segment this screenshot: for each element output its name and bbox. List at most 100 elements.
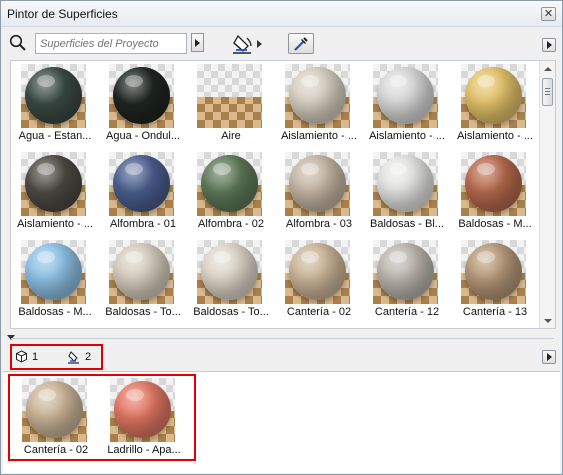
material-sphere xyxy=(201,243,258,300)
surface-library-panel: Agua - Estan... Agua - Ondul... Aire Aislam… xyxy=(10,60,556,329)
surface-tile[interactable]: Cantería - 12 xyxy=(363,238,451,326)
material-preview xyxy=(197,64,262,128)
material-sphere xyxy=(26,381,83,438)
material-label: Baldosas - Bl... xyxy=(370,218,444,230)
material-preview xyxy=(22,378,87,442)
material-label: Cantería - 02 xyxy=(286,306,352,318)
material-label: Cantería - 13 xyxy=(462,306,528,318)
paint-bucket-icon xyxy=(68,351,79,364)
material-preview xyxy=(285,152,350,216)
selected-surface-tile[interactable]: Cantería - 02 xyxy=(12,376,100,464)
material-preview xyxy=(461,240,526,304)
material-preview xyxy=(197,152,262,216)
paint-bucket-icon[interactable] xyxy=(231,32,255,56)
title-bar: Pintor de Superficies ✕ xyxy=(1,1,562,27)
material-label: Baldosas - M... xyxy=(18,306,92,318)
material-label: Cantería - 12 xyxy=(374,306,440,318)
surface-tile[interactable]: Aislamiento - ... xyxy=(11,150,99,238)
material-label: Agua - Estan... xyxy=(18,130,92,142)
material-label: Baldosas - M... xyxy=(458,218,532,230)
selected-surfaces-list: Cantería - 02 Ladrillo - Apa... xyxy=(8,374,196,461)
material-preview xyxy=(461,152,526,216)
surface-tile[interactable]: Agua - Ondul... xyxy=(99,62,187,150)
material-sphere xyxy=(377,155,434,212)
material-label: Aislamiento - ... xyxy=(17,218,93,230)
surface-tile[interactable]: Aislamiento - ... xyxy=(363,62,451,150)
surface-tile[interactable]: Cantería - 02 xyxy=(275,238,363,326)
surface-tile[interactable]: Alfombra - 01 xyxy=(99,150,187,238)
eyedropper-icon xyxy=(294,36,308,51)
panel-splitter[interactable] xyxy=(1,332,562,343)
close-icon: ✕ xyxy=(543,7,554,20)
material-sphere xyxy=(25,155,82,212)
material-preview xyxy=(461,64,526,128)
surface-tile[interactable]: Baldosas - To... xyxy=(99,238,187,326)
surface-tile[interactable]: Aislamiento - ... xyxy=(451,62,539,150)
chevron-right-icon xyxy=(546,353,552,361)
material-preview xyxy=(21,64,86,128)
material-sphere xyxy=(465,243,522,300)
surface-tile[interactable]: Alfombra - 03 xyxy=(275,150,363,238)
material-label: Baldosas - To... xyxy=(105,306,181,318)
selection-options-button[interactable] xyxy=(542,350,556,364)
selected-surfaces-panel: Cantería - 02 Ladrillo - Apa... xyxy=(3,371,560,473)
material-sphere xyxy=(289,243,346,300)
paint-mode-dropdown-icon[interactable] xyxy=(257,40,262,48)
material-label: Aislamiento - ... xyxy=(369,130,445,142)
material-sphere xyxy=(289,67,346,124)
cube-icon xyxy=(16,350,27,363)
surfaces-count-indicator: 2 xyxy=(67,350,91,364)
eyedropper-button[interactable] xyxy=(288,33,314,54)
material-sphere xyxy=(465,155,522,212)
material-preview xyxy=(285,64,350,128)
scroll-thumb[interactable] xyxy=(542,78,553,106)
material-sphere xyxy=(465,67,522,124)
material-preview xyxy=(373,240,438,304)
surface-tile[interactable]: Agua - Estan... xyxy=(11,62,99,150)
material-label: Aire xyxy=(221,130,241,142)
chevron-right-icon xyxy=(546,41,552,49)
chevron-right-icon xyxy=(195,38,200,47)
scroll-up-icon[interactable] xyxy=(544,67,552,71)
surface-tile[interactable]: Baldosas - To... xyxy=(187,238,275,326)
surface-tile[interactable]: Baldosas - Bl... xyxy=(363,150,451,238)
usage-summary: 1 2 xyxy=(10,344,103,370)
material-label: Cantería - 02 xyxy=(23,444,89,456)
surface-tile[interactable]: Baldosas - M... xyxy=(451,150,539,238)
surface-tile[interactable]: Alfombra - 02 xyxy=(187,150,275,238)
search-input[interactable] xyxy=(35,33,187,54)
material-sphere xyxy=(113,155,170,212)
material-preview xyxy=(21,240,86,304)
vertical-scrollbar[interactable] xyxy=(539,61,555,328)
material-sphere xyxy=(289,155,346,212)
surface-tile[interactable]: Cantería - 13 xyxy=(451,238,539,326)
surface-tile[interactable]: Aislamiento - ... xyxy=(275,62,363,150)
options-menu-button[interactable] xyxy=(542,38,556,52)
close-button[interactable]: ✕ xyxy=(541,7,556,21)
material-preview xyxy=(110,378,175,442)
material-label: Baldosas - To... xyxy=(193,306,269,318)
window-title: Pintor de Superficies xyxy=(7,7,118,21)
material-preview xyxy=(109,152,174,216)
material-label: Aislamiento - ... xyxy=(457,130,533,142)
material-sphere xyxy=(113,67,170,124)
material-preview xyxy=(197,240,262,304)
search-icon[interactable] xyxy=(9,34,27,52)
material-sphere xyxy=(113,243,170,300)
surface-grid: Agua - Estan... Agua - Ondul... Aire Aislam… xyxy=(11,61,539,328)
surface-painter-window: Pintor de Superficies ✕ Superficies del … xyxy=(0,0,563,475)
surface-tile[interactable]: Aire xyxy=(187,62,275,150)
selected-surface-tile[interactable]: Ladrillo - Apa... xyxy=(100,376,188,464)
surface-tile[interactable]: Baldosas - M... xyxy=(11,238,99,326)
material-preview xyxy=(109,64,174,128)
material-sphere xyxy=(377,243,434,300)
material-preview xyxy=(21,152,86,216)
material-sphere xyxy=(201,155,258,212)
search-scope-button[interactable] xyxy=(191,33,204,52)
material-preview xyxy=(373,64,438,128)
material-preview xyxy=(285,240,350,304)
scroll-down-icon[interactable] xyxy=(544,319,552,323)
material-label: Alfombra - 01 xyxy=(109,218,177,230)
material-label: Agua - Ondul... xyxy=(106,130,180,142)
divider xyxy=(11,338,554,339)
